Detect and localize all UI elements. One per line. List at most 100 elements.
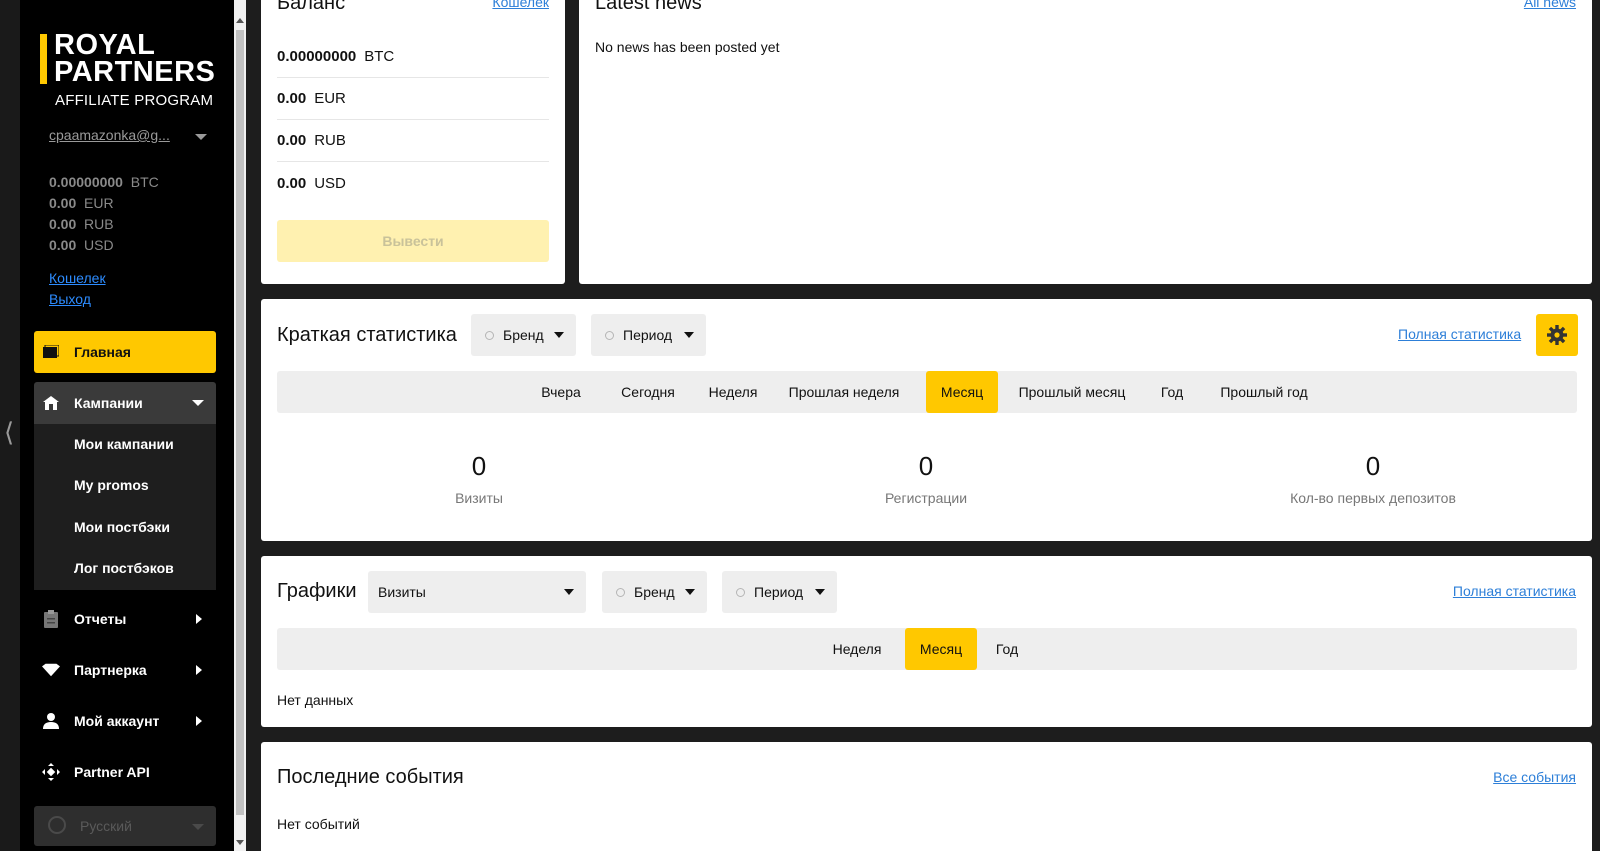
nav-label: Кампании bbox=[74, 395, 143, 411]
scrollbar-thumb[interactable] bbox=[236, 30, 244, 815]
balance-currency: EUR bbox=[314, 90, 346, 107]
chevron-down-icon bbox=[192, 400, 204, 406]
balance-amount: 0.00 bbox=[49, 237, 77, 253]
tab-today[interactable]: Сегодня bbox=[603, 371, 693, 413]
settings-button[interactable] bbox=[1536, 314, 1578, 356]
dropdown-label: Бренд bbox=[503, 327, 544, 343]
charts-empty-text: Нет данных bbox=[277, 692, 354, 708]
tab-week[interactable]: Неделя bbox=[823, 628, 891, 670]
stat-label: Визиты bbox=[455, 490, 503, 506]
stat-visits: 0 Визиты bbox=[359, 451, 599, 506]
nav-item-partner[interactable]: Партнерка bbox=[34, 649, 216, 691]
nav-item-reports[interactable]: Отчеты bbox=[34, 598, 216, 640]
balance-wallet-link[interactable]: Кошелек bbox=[492, 0, 549, 10]
tab-last-month[interactable]: Прошлый месяц bbox=[1008, 371, 1136, 413]
balance-row: 0.00 RUB bbox=[277, 120, 549, 162]
brand-dropdown[interactable]: Бренд bbox=[602, 571, 707, 613]
nav-label: Партнерка bbox=[74, 662, 147, 678]
tab-last-year[interactable]: Прошлый год bbox=[1204, 371, 1324, 413]
sidebar-collapse-handle[interactable]: ⟨ bbox=[0, 0, 20, 851]
tab-year[interactable]: Год bbox=[1150, 371, 1194, 413]
all-events-link[interactable]: Все события bbox=[1493, 769, 1576, 785]
balance-row: 0.00 EUR bbox=[277, 78, 549, 120]
brand-radio-icon bbox=[616, 588, 625, 597]
news-empty-text: No news has been posted yet bbox=[595, 39, 780, 55]
language-select[interactable]: Русский bbox=[34, 806, 216, 846]
dropdown-label: Период bbox=[623, 327, 673, 343]
events-empty-text: Нет событий bbox=[277, 816, 360, 832]
user-email-link[interactable]: cpaamazonka@g... bbox=[49, 127, 170, 143]
campaigns-submenu: Мои кампании My promos Мои постбэки Лог … bbox=[34, 424, 216, 590]
diamond-icon bbox=[42, 661, 60, 679]
globe-icon bbox=[48, 816, 66, 834]
stat-label: Кол-во первых депозитов bbox=[1290, 490, 1456, 506]
logout-link[interactable]: Выход bbox=[49, 289, 106, 310]
quick-stats-title: Краткая статистика bbox=[277, 324, 457, 346]
brand-dropdown[interactable]: Бренд bbox=[471, 314, 576, 356]
withdraw-button[interactable]: Вывести bbox=[277, 220, 549, 262]
scroll-up-icon[interactable] bbox=[236, 18, 244, 23]
tab-month[interactable]: Месяц bbox=[926, 371, 998, 413]
submenu-item-my-promos[interactable]: My promos bbox=[74, 477, 149, 493]
nav-item-partner-api[interactable]: Partner API bbox=[34, 751, 216, 793]
tab-year[interactable]: Год bbox=[985, 628, 1029, 670]
chevron-down-icon bbox=[815, 589, 825, 595]
full-stats-link[interactable]: Полная статистика bbox=[1398, 326, 1521, 342]
stat-label: Регистрации bbox=[884, 490, 968, 506]
wallet-link[interactable]: Кошелек bbox=[49, 268, 106, 289]
sidebar-scrollbar[interactable] bbox=[234, 0, 246, 851]
clipboard-icon bbox=[42, 610, 60, 628]
submenu-item-postback-log[interactable]: Лог постбэков bbox=[74, 560, 174, 576]
stat-first-deposits: 0 Кол-во первых депозитов bbox=[1253, 451, 1493, 506]
scroll-down-icon[interactable] bbox=[236, 840, 244, 845]
period-dropdown[interactable]: Период bbox=[591, 314, 706, 356]
balance-amount: 0.00000000 bbox=[277, 48, 357, 65]
tab-week[interactable]: Неделя bbox=[699, 371, 767, 413]
balance-row: 0.00000000 BTC bbox=[277, 36, 549, 78]
chevron-right-icon bbox=[196, 665, 202, 675]
stat-registrations: 0 Регистрации bbox=[806, 451, 1046, 506]
nav-label: Главная bbox=[74, 344, 131, 360]
sidebar: ROYAL PARTNERS AFFILIATE PROGRAM cpaamaz… bbox=[20, 0, 234, 851]
quick-stats-card: Краткая статистика Бренд Период Полная с… bbox=[261, 299, 1592, 541]
metric-dropdown[interactable]: Визиты bbox=[368, 571, 586, 613]
chevron-left-icon[interactable]: ⟨ bbox=[4, 418, 14, 448]
brand-radio-icon bbox=[485, 331, 494, 340]
submenu-item-my-postbacks[interactable]: Мои постбэки bbox=[74, 519, 170, 535]
user-menu-caret-icon[interactable] bbox=[195, 134, 207, 140]
charts-full-stats-link[interactable]: Полная статистика bbox=[1453, 583, 1576, 599]
nav-label: Мой аккаунт bbox=[74, 713, 160, 729]
nav-item-account[interactable]: Мой аккаунт bbox=[34, 700, 216, 742]
dropdown-label: Визиты bbox=[378, 584, 426, 600]
logo-line-1: ROYAL bbox=[54, 29, 156, 61]
tab-month[interactable]: Месяц bbox=[905, 628, 977, 670]
chevron-right-icon bbox=[196, 716, 202, 726]
balance-currency: USD bbox=[314, 174, 346, 192]
tab-last-week[interactable]: Прошлая неделя bbox=[780, 371, 908, 413]
submenu-item-my-campaigns[interactable]: Мои кампании bbox=[74, 436, 174, 452]
balance-amount: 0.00 bbox=[49, 216, 77, 232]
tab-yesterday[interactable]: Вчера bbox=[534, 371, 588, 413]
gear-icon bbox=[1547, 325, 1567, 345]
stat-value: 0 bbox=[471, 451, 487, 481]
chevron-down-icon bbox=[564, 589, 574, 595]
user-icon bbox=[42, 712, 60, 730]
balance-amount: 0.00000000 bbox=[49, 174, 123, 190]
balance-currency: EUR bbox=[84, 195, 114, 211]
chevron-down-icon bbox=[684, 332, 694, 338]
balance-amount: 0.00 bbox=[277, 174, 307, 192]
nav-item-campaigns[interactable]: Кампании bbox=[34, 382, 216, 424]
balance-amount: 0.00 bbox=[277, 132, 307, 149]
chevron-down-icon bbox=[554, 332, 564, 338]
balance-currency: BTC bbox=[364, 48, 395, 65]
stat-value: 0 bbox=[918, 451, 934, 481]
charts-period-tabs: Неделя Месяц Год bbox=[277, 628, 1577, 670]
house-icon bbox=[42, 394, 60, 412]
nav-item-home[interactable]: Главная bbox=[34, 331, 216, 373]
period-dropdown[interactable]: Период bbox=[722, 571, 837, 613]
balance-card: Баланс Кошелек 0.00000000 BTC 0.00 EUR 0.0… bbox=[261, 0, 565, 284]
all-news-link[interactable]: All news bbox=[1524, 0, 1576, 10]
nav-label: Отчеты bbox=[74, 611, 127, 627]
news-card: Latest news All news No news has been po… bbox=[579, 0, 1592, 284]
balance-currency: RUB bbox=[84, 216, 114, 232]
